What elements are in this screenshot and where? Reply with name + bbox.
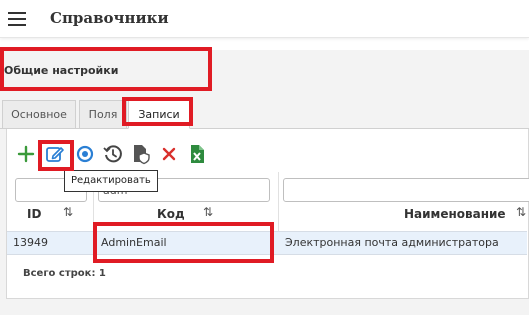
sort-icon[interactable]: ⇅ (516, 205, 526, 219)
history-icon[interactable] (102, 143, 124, 165)
row-id-cell: 13949 (13, 236, 48, 249)
tab-basic[interactable]: Основное (2, 100, 76, 129)
column-header-id[interactable]: ID (27, 207, 41, 229)
name-filter-input[interactable] (283, 178, 529, 202)
column-header-code[interactable]: Код (157, 207, 185, 229)
page-title: Справочники (50, 9, 169, 27)
eye-icon[interactable] (74, 143, 96, 165)
tab-fields[interactable]: Поля (79, 100, 127, 129)
excel-icon[interactable] (186, 143, 208, 165)
edit-icon[interactable] (44, 143, 66, 165)
plus-icon[interactable] (15, 143, 37, 165)
file-shield-icon[interactable] (130, 143, 152, 165)
delete-icon[interactable] (158, 143, 180, 165)
tab-records[interactable]: Записи (128, 100, 190, 129)
column-header-name[interactable]: Наименование (404, 207, 506, 229)
sort-icon[interactable]: ⇅ (203, 205, 213, 219)
sort-icon[interactable]: ⇅ (63, 205, 73, 219)
tooltip: Редактировать (64, 170, 158, 192)
column-divider (278, 172, 279, 232)
top-bar: Справочники (0, 0, 529, 38)
row-count: Всего строк: 1 (23, 268, 106, 279)
row-name-cell: Электронная почта администратора (285, 236, 499, 249)
section-title: Общие настройки (4, 64, 119, 77)
hamburger-icon[interactable] (8, 12, 26, 26)
row-code-cell: AdminEmail (101, 236, 167, 249)
